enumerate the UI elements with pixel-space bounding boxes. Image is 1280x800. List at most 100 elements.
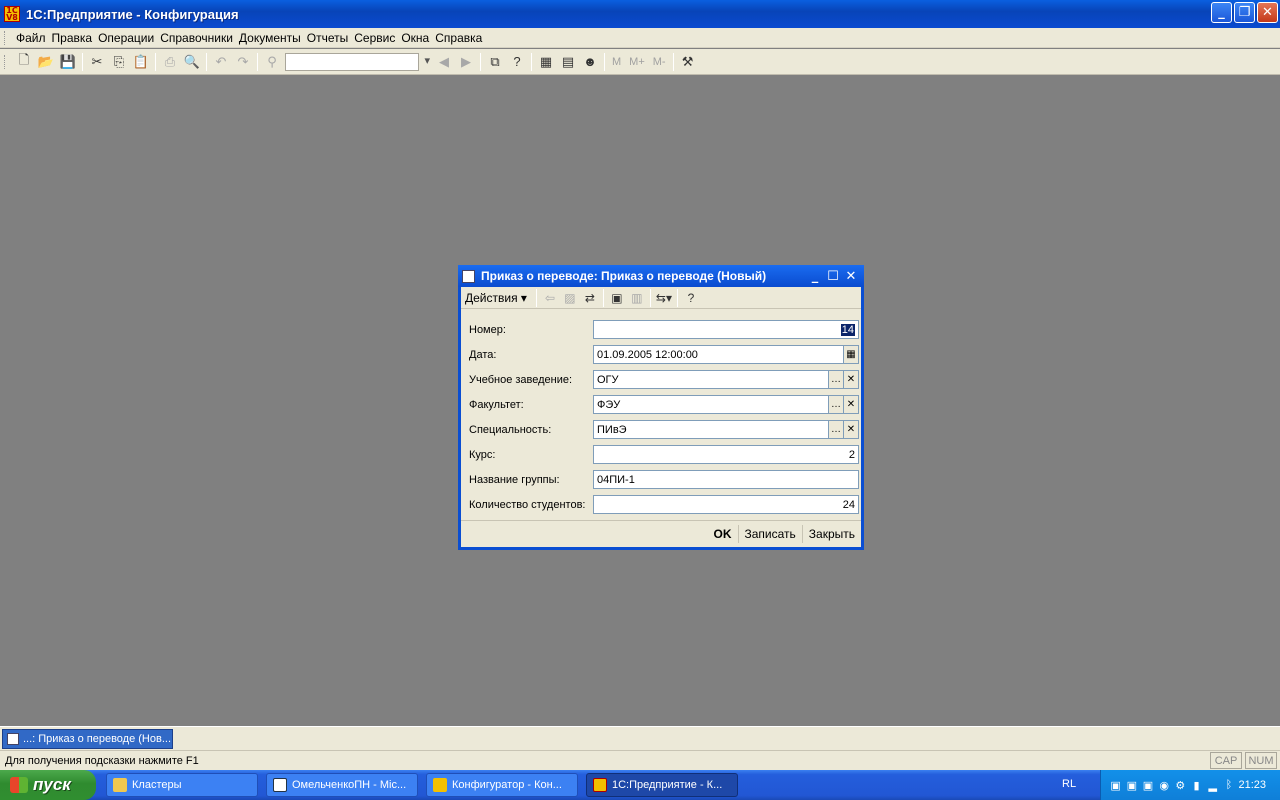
language-indicator[interactable]: RL [1062,778,1076,790]
signal-icon[interactable]: ▂ [1206,778,1219,792]
redo-icon[interactable]: ↷ [232,51,254,73]
faculty-clear-icon[interactable]: ✕ [844,395,859,414]
find-prev-icon[interactable]: ◀ [433,51,455,73]
course-field[interactable]: 2 [593,445,859,464]
structure-icon[interactable]: ▥ [627,288,647,308]
copy-icon[interactable]: ⎘ [108,51,130,73]
date-row: Дата: 01.09.2005 12:00:00 ▦ [469,345,859,364]
actions-menu[interactable]: Действия ▾ [465,291,533,305]
network-icon-3[interactable]: ▣ [1141,778,1154,792]
specialty-field[interactable]: ПИвЭ [593,420,829,439]
status-bar: Для получения подсказки нажмите F1 CAP N… [0,750,1280,770]
clock[interactable]: 21:23 [1239,779,1267,791]
group-row: Название группы: 04ПИ-1 [469,470,859,489]
institution-field[interactable]: ОГУ [593,370,829,389]
tools-icon[interactable]: ⚒ [677,51,699,73]
network-icon[interactable]: ▣ [1109,778,1122,792]
print-preview-icon[interactable]: 🔍 [181,51,203,73]
undo-icon[interactable]: ↶ [210,51,232,73]
document-window: Приказ о переводе: Приказ о переводе (Но… [458,265,864,550]
doc-minimize-button[interactable]: _ [806,269,824,284]
group-field[interactable]: 04ПИ-1 [593,470,859,489]
faculty-select-button[interactable]: … [829,395,844,414]
window-list-item[interactable]: ...: Приказ о переводе (Нов... [2,729,173,749]
cut-icon[interactable]: ✂ [86,51,108,73]
help-1c-icon[interactable]: ? [506,51,528,73]
menu-reports[interactable]: Отчеты [304,31,351,45]
menu-help[interactable]: Справка [432,31,485,45]
find-icon[interactable]: ⚲ [261,51,283,73]
start-button[interactable]: пуск [0,770,96,800]
close-button[interactable]: ✕ [1257,2,1278,23]
menu-service[interactable]: Сервис [351,31,398,45]
date-field[interactable]: 01.09.2005 12:00:00 [593,345,844,364]
menu-file[interactable]: Файл [13,31,49,45]
specialty-row: Специальность: ПИвЭ … ✕ [469,420,859,439]
print-icon[interactable]: ⎙ [159,51,181,73]
based-on-icon[interactable]: ▣ [607,288,627,308]
toolbar-grip [4,54,7,69]
enterprise-icon [593,778,607,792]
save-button[interactable]: Записать [737,525,802,543]
task-word[interactable]: ОмельченкоПН - Mic... [266,773,418,797]
system-tray: ▣ ▣ ▣ ◉ ⚙ ▮ ▂ ᛒ 21:23 [1100,770,1280,800]
app-logo-icon: 1C V8 [4,6,20,22]
help-icon[interactable]: ? [681,288,701,308]
unpost-icon[interactable]: ▨ [560,288,580,308]
refresh-icon[interactable]: ⇄ [580,288,600,308]
specialty-select-button[interactable]: … [829,420,844,439]
battery-icon[interactable]: ▮ [1190,778,1203,792]
menu-edit[interactable]: Правка [49,31,96,45]
task-configurator[interactable]: Конфигуратор - Кон... [426,773,578,797]
window-list-bar: ...: Приказ о переводе (Нов... [0,726,1280,750]
ok-button[interactable]: OK [708,525,738,543]
find-next-icon[interactable]: ▶ [455,51,477,73]
windows-icon[interactable]: ⧉ [484,51,506,73]
specialty-clear-icon[interactable]: ✕ [844,420,859,439]
open-icon[interactable]: 📂 [35,51,57,73]
menu-operations[interactable]: Операции [95,31,157,45]
students-label: Количество студентов: [469,498,586,511]
course-row: Курс: 2 [469,445,859,464]
menu-windows[interactable]: Окна [398,31,432,45]
students-field[interactable]: 24 [593,495,859,514]
status-hint: Для получения подсказки нажмите F1 [5,754,199,767]
save-icon[interactable]: 💾 [57,51,79,73]
institution-label: Учебное заведение: [469,373,573,386]
antivirus-icon[interactable]: ◉ [1158,778,1171,792]
doc-close-button[interactable]: ✕ [842,269,860,284]
calendar-picker-icon[interactable]: ▦ [844,345,859,364]
document-footer: OK Записать Закрыть [461,520,861,547]
number-field[interactable]: 14 [593,320,859,339]
security-icon[interactable]: ⚙ [1174,778,1187,792]
institution-select-button[interactable]: … [829,370,844,389]
taskbar: пуск Кластеры ОмельченкоПН - Mic... Конф… [0,770,1280,800]
close-form-button[interactable]: Закрыть [801,525,861,543]
user-icon[interactable]: ☻ [579,51,601,73]
group-label: Название группы: [469,473,560,486]
paste-icon[interactable]: 📋 [130,51,152,73]
menu-catalogs[interactable]: Справочники [157,31,236,45]
post-icon[interactable]: ⇦ [540,288,560,308]
network-icon-2[interactable]: ▣ [1125,778,1138,792]
windows-logo-icon [10,777,28,793]
memory-button[interactable]: M [608,56,625,68]
main-toolbar: 🗋 📂 💾 ✂ ⎘ 📋 ⎙ 🔍 ↶ ↷ ⚲ ◀ ▶ ⧉ ? ▦ ▤ ☻ M M+… [0,49,1280,75]
memory-minus-button[interactable]: M- [649,56,670,68]
task-enterprise[interactable]: 1С:Предприятие - К... [586,773,738,797]
faculty-field[interactable]: ФЭУ [593,395,829,414]
calendar-icon[interactable]: ▤ [557,51,579,73]
calculator-icon[interactable]: ▦ [535,51,557,73]
bluetooth-icon[interactable]: ᛒ [1222,778,1235,792]
movements-icon[interactable]: ⇆▾ [654,288,674,308]
app-title: 1С:Предприятие - Конфигурация [26,6,239,22]
doc-maximize-button[interactable]: ☐ [824,269,842,284]
search-combo[interactable] [285,52,430,71]
menu-documents[interactable]: Документы [236,31,304,45]
institution-clear-icon[interactable]: ✕ [844,370,859,389]
restore-button[interactable]: ❐ [1234,2,1255,23]
new-icon[interactable]: 🗋 [13,51,35,73]
task-folder[interactable]: Кластеры [106,773,258,797]
memory-plus-button[interactable]: M+ [625,56,649,68]
minimize-button[interactable]: _ [1211,2,1232,23]
